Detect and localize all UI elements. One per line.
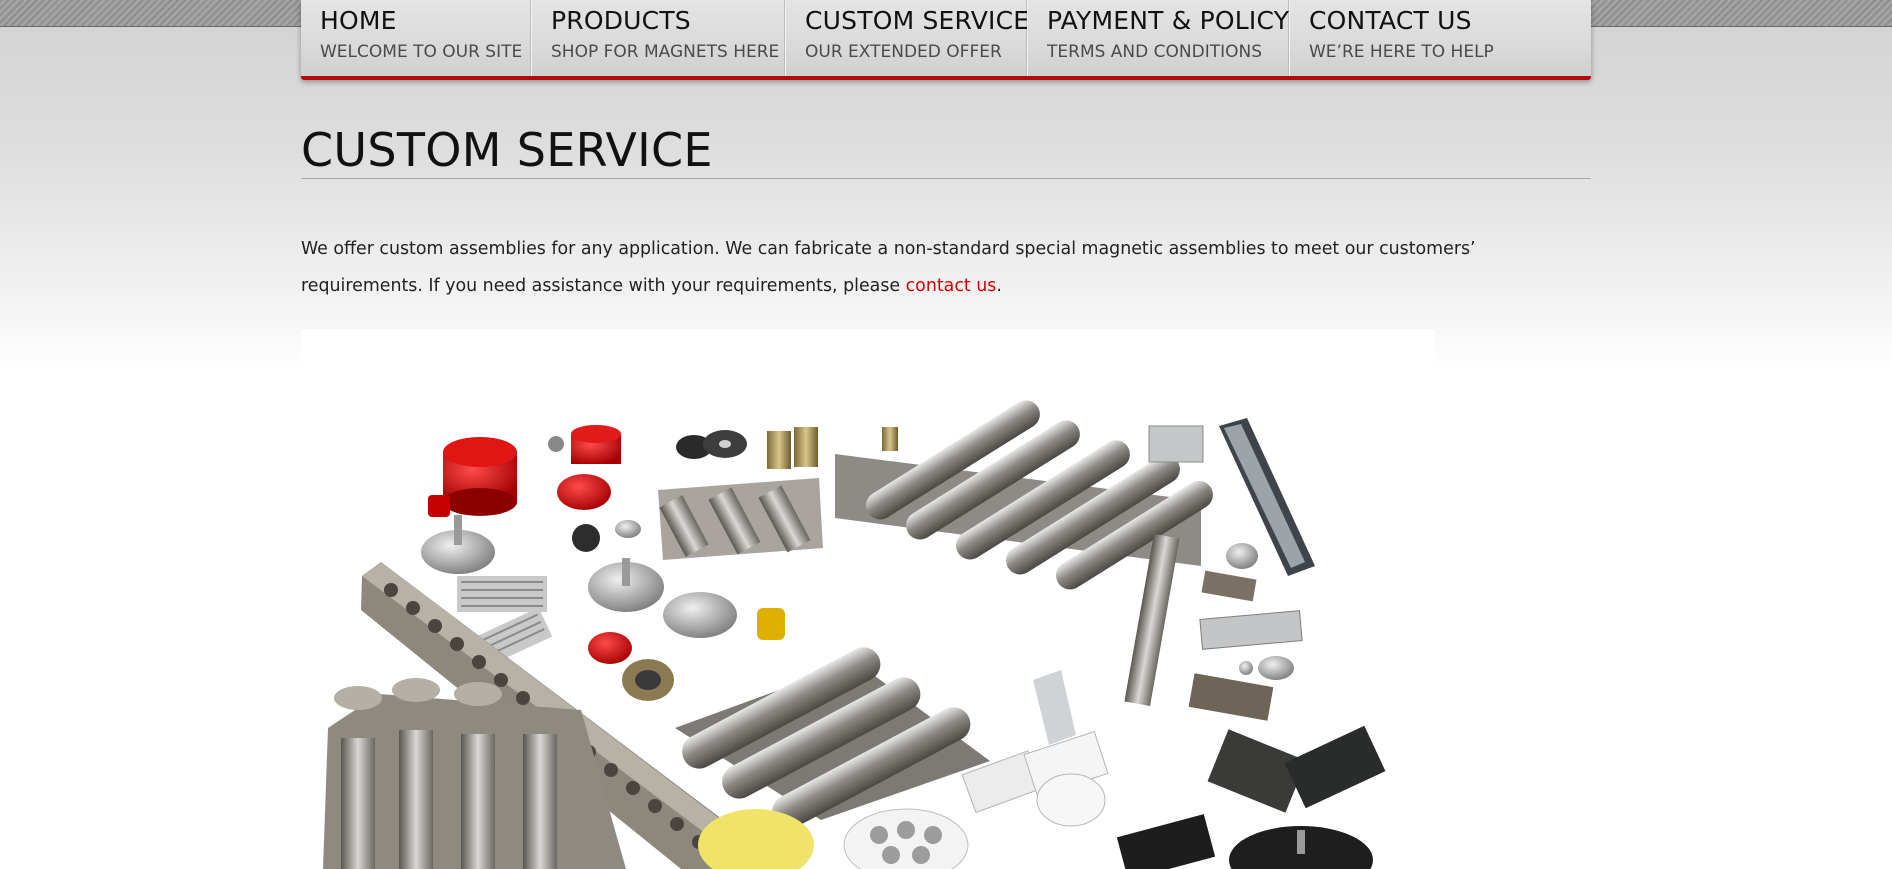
nav-item-subtitle: OUR EXTENDED OFFER xyxy=(805,42,1002,62)
contact-us-link[interactable]: contact us xyxy=(906,276,997,296)
red-disc-magnet xyxy=(557,474,611,510)
nav-item-payment-policy[interactable]: PAYMENT & POLICY TERMS AND CONDITIONS xyxy=(1027,0,1289,76)
nav-item-title: PAYMENT & POLICY xyxy=(1047,6,1290,35)
channel-magnet xyxy=(1033,670,1076,745)
nav-item-subtitle: WELCOME TO OUR SITE xyxy=(320,42,523,62)
black-square-magnet xyxy=(1116,814,1216,869)
black-u-magnet xyxy=(1284,725,1386,809)
main-navigation: HOME WELCOME TO OUR SITE PRODUCTS SHOP F… xyxy=(301,0,1591,80)
nav-item-title: CUSTOM SERVICE xyxy=(805,6,1030,35)
nav-item-title: PRODUCTS xyxy=(551,6,691,35)
intro-end: . xyxy=(996,276,1002,296)
nav-item-contact-us[interactable]: CONTACT US WE’RE HERE TO HELP xyxy=(1289,0,1591,76)
page-title: CUSTOM SERVICE xyxy=(301,118,1591,179)
red-disc-magnet-small xyxy=(588,632,632,664)
red-pot-magnet-large xyxy=(428,437,517,517)
magnetic-rod xyxy=(1124,534,1180,706)
white-perforated-disc xyxy=(843,808,969,869)
flat-bar-magnet xyxy=(1199,610,1303,650)
nav-item-subtitle: SHOP FOR MAGNETS HERE xyxy=(551,42,780,62)
small-magnetic-grate xyxy=(658,478,823,560)
product-image xyxy=(301,330,1435,869)
nav-item-custom-service[interactable]: CUSTOM SERVICE OUR EXTENDED OFFER xyxy=(785,0,1030,76)
red-pot-magnet-small xyxy=(548,425,621,464)
block-magnet xyxy=(1148,425,1204,463)
nav-item-title: CONTACT US xyxy=(1309,6,1472,35)
finned-block xyxy=(457,576,547,612)
nav-item-subtitle: TERMS AND CONDITIONS xyxy=(1047,42,1262,62)
nav-item-products[interactable]: PRODUCTS SHOP FOR MAGNETS HERE xyxy=(531,0,785,76)
grate-housing xyxy=(323,678,626,869)
hook-disc-magnet-2 xyxy=(663,592,737,638)
white-round-hook xyxy=(1036,773,1106,827)
nav-item-home[interactable]: HOME WELCOME TO OUR SITE xyxy=(301,0,531,76)
intro-paragraph: We offer custom assemblies for any appli… xyxy=(301,231,1591,305)
intro-text: We offer custom assemblies for any appli… xyxy=(301,239,1476,296)
channel-magnet-2 xyxy=(1201,570,1257,602)
nav-item-title: HOME xyxy=(320,6,397,35)
nav-item-subtitle: WE’RE HERE TO HELP xyxy=(1309,42,1494,62)
magnetic-tube-plate xyxy=(675,647,990,829)
channel-magnet-3 xyxy=(1188,673,1274,721)
